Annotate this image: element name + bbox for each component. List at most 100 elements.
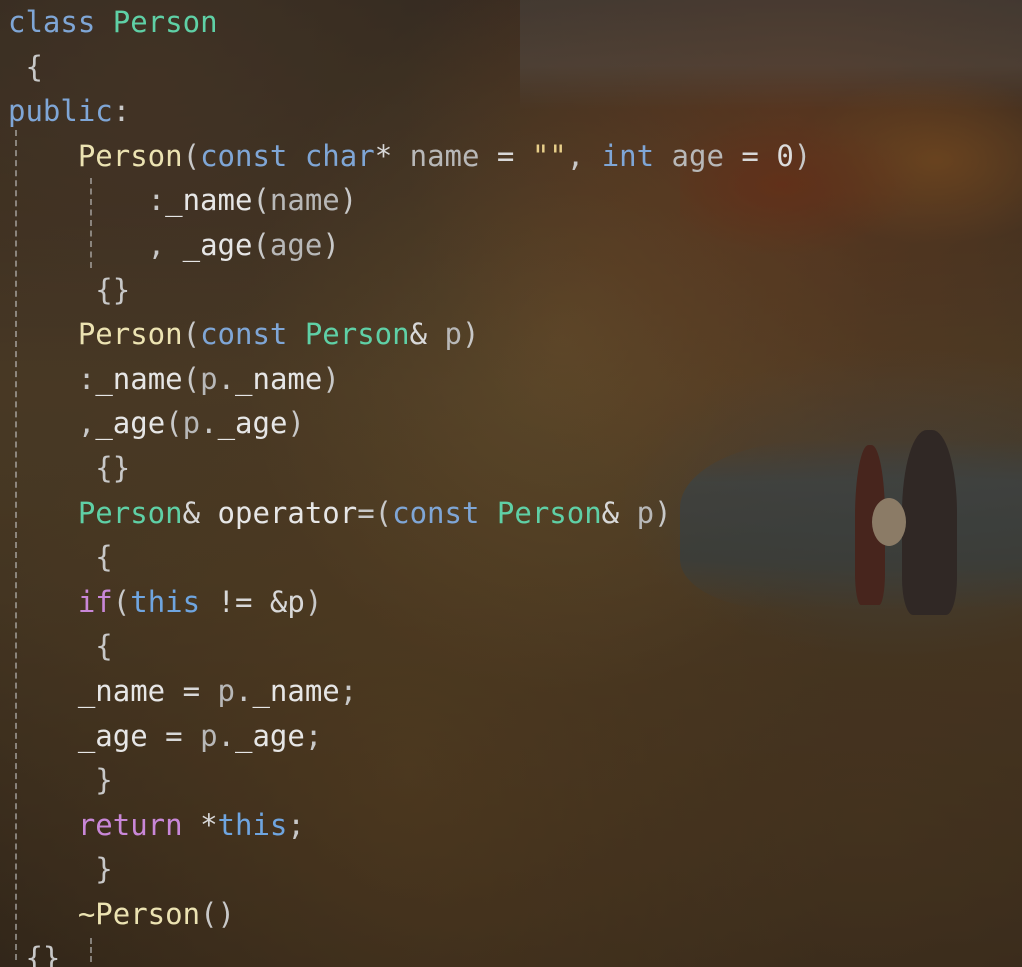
code-token: ; (287, 807, 305, 842)
code-token: _name (235, 361, 323, 396)
code-token: _age (8, 718, 148, 753)
code-token: =( (357, 495, 393, 530)
code-token: : (112, 94, 131, 129)
code-token: ) (322, 361, 340, 396)
code-token: int (601, 138, 672, 173)
code-token: ) (304, 584, 323, 619)
code-token: & (182, 495, 218, 530)
code-token: ( (182, 317, 201, 352)
code-line[interactable]: :_name(p._name) (8, 357, 811, 402)
code-token: ) (793, 138, 812, 173)
code-line[interactable]: Person(const char* name = "", int age = … (8, 134, 811, 179)
code-token: const (200, 317, 305, 352)
code-token: () (200, 896, 235, 931)
code-line[interactable]: return *this; (8, 803, 811, 848)
code-token: return (8, 807, 201, 842)
code-token: { (8, 629, 113, 664)
code-token: Person (8, 495, 183, 530)
code-token: & (409, 317, 445, 352)
code-token: class (8, 5, 113, 39)
code-token: _name (95, 361, 183, 396)
code-token: _age (217, 406, 288, 441)
code-token: ) (654, 495, 672, 530)
code-token: * (200, 807, 218, 842)
code-token: { (8, 540, 113, 575)
code-token: if (8, 584, 113, 619)
code-token: { (8, 49, 43, 84)
code-line[interactable]: {} (8, 268, 811, 313)
code-token: ; (339, 673, 358, 708)
code-line[interactable]: {} (8, 446, 811, 491)
code-token: . (217, 361, 236, 396)
code-token: {} (8, 450, 131, 485)
code-line[interactable]: Person& operator=(const Person& p) (8, 491, 811, 536)
code-token: ( (252, 183, 270, 218)
code-text-area[interactable]: class Person {public: Person(const char*… (8, 0, 811, 967)
code-line[interactable]: { (8, 535, 811, 580)
code-token: operator (217, 495, 358, 530)
code-token: = (165, 673, 218, 708)
code-token: age (671, 138, 724, 173)
code-token: ) (462, 317, 480, 352)
code-token: ) (287, 406, 305, 441)
code-token: this (130, 584, 201, 619)
code-line[interactable]: Person(const Person& p) (8, 312, 811, 357)
code-token: char (304, 138, 375, 173)
code-token: name (269, 183, 340, 218)
code-token: , (8, 406, 96, 441)
code-line[interactable]: {} (8, 936, 811, 967)
code-token: ( (252, 227, 270, 262)
code-line[interactable]: class Person (8, 0, 811, 45)
code-token: &p (269, 584, 305, 619)
code-token: {} (8, 941, 61, 967)
code-line[interactable]: _age = p._age; (8, 714, 811, 759)
code-token: = (479, 138, 532, 173)
code-token: * (374, 138, 410, 173)
code-token: p (636, 495, 655, 530)
code-editor[interactable]: class Person {public: Person(const char*… (0, 0, 1022, 967)
code-token: age (269, 227, 323, 262)
code-token: p (444, 317, 462, 352)
code-token: } (8, 763, 113, 798)
code-token: _age (182, 227, 253, 262)
code-token: Person (304, 317, 410, 352)
code-token: , (566, 138, 602, 173)
code-line[interactable]: { (8, 45, 811, 90)
code-token: = (723, 138, 777, 173)
code-token: _name (252, 673, 340, 708)
code-line[interactable]: , _age(age) (8, 223, 811, 268)
code-token: _name (8, 673, 166, 708)
code-token: Person (8, 317, 183, 352)
code-token: p (182, 406, 201, 441)
code-token: , (8, 227, 183, 262)
code-token: _name (165, 183, 253, 218)
code-line[interactable]: } (8, 758, 811, 803)
code-token: p (200, 718, 218, 753)
code-line[interactable]: ,_age(p._age) (8, 401, 811, 446)
code-line[interactable]: } (8, 847, 811, 892)
code-line[interactable]: if(this != &p) (8, 580, 811, 625)
code-line[interactable]: { (8, 624, 811, 669)
code-token: ) (322, 227, 340, 262)
code-token: : (8, 183, 166, 218)
code-token: Person (112, 5, 218, 39)
code-token: . (200, 406, 218, 441)
code-token: ( (182, 138, 201, 173)
code-token: ~Person (8, 896, 201, 931)
code-token: } (8, 852, 113, 887)
code-token: {} (8, 272, 131, 307)
code-token: & (601, 495, 637, 530)
code-line[interactable]: _name = p._name; (8, 669, 811, 714)
code-token: public (8, 94, 113, 129)
code-token: name (409, 138, 480, 173)
code-token: this (217, 807, 288, 842)
code-line[interactable]: public: (8, 89, 811, 134)
code-token: 0 (776, 138, 794, 173)
code-token: ( (165, 406, 183, 441)
code-token: . (217, 718, 236, 753)
code-token: . (235, 673, 253, 708)
code-token: = (147, 718, 201, 753)
code-line[interactable]: :_name(name) (8, 178, 811, 223)
code-token: : (8, 361, 96, 396)
code-line[interactable]: ~Person() (8, 892, 811, 937)
